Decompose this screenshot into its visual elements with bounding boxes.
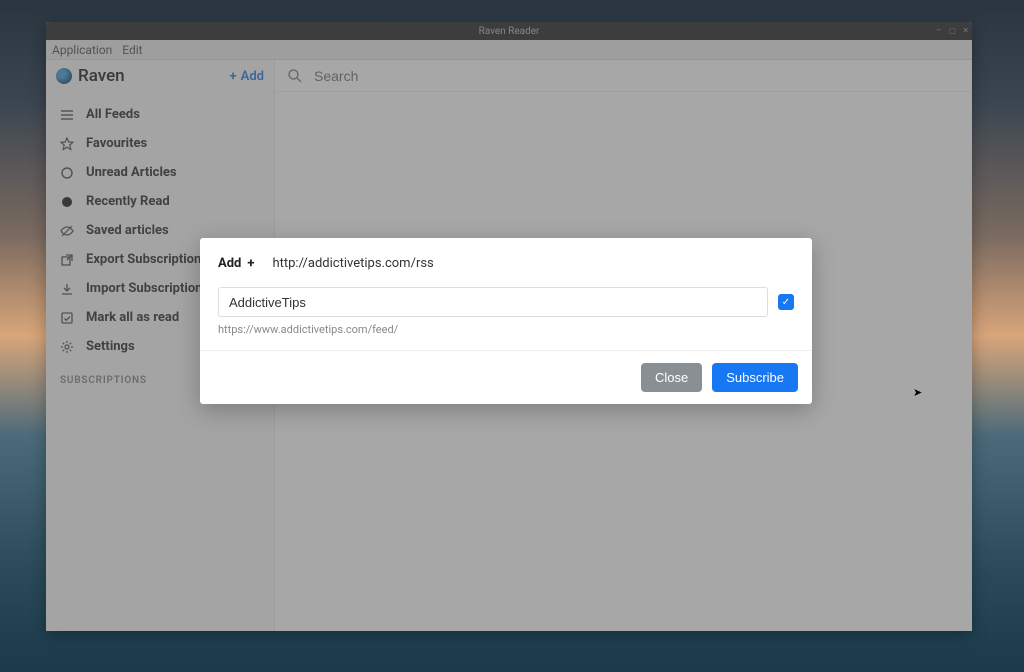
app-window: Raven Reader – □ × Application Edit Rave…: [46, 22, 972, 631]
modal-overlay[interactable]: Add + http://addictivetips.com/rss ✓ htt…: [46, 22, 972, 631]
feed-name-input[interactable]: [218, 287, 768, 317]
dialog-feed-row: ✓: [200, 281, 812, 317]
dialog-add-text: Add: [218, 256, 241, 271]
add-feed-dialog: Add + http://addictivetips.com/rss ✓ htt…: [200, 238, 812, 404]
dialog-header-row: Add + http://addictivetips.com/rss: [200, 238, 812, 281]
dialog-add-label: Add +: [218, 256, 254, 271]
feed-select-checkbox[interactable]: ✓: [778, 294, 794, 310]
subscribe-button[interactable]: Subscribe: [712, 363, 798, 392]
checkmark-icon: ✓: [782, 297, 790, 308]
close-button[interactable]: Close: [641, 363, 702, 392]
plus-icon: +: [247, 256, 254, 271]
dialog-footer: Close Subscribe: [200, 350, 812, 404]
resolved-feed-url: https://www.addictivetips.com/feed/: [200, 317, 812, 350]
desktop-wallpaper: Raven Reader – □ × Application Edit Rave…: [0, 0, 1024, 672]
dialog-entered-url: http://addictivetips.com/rss: [272, 256, 433, 271]
